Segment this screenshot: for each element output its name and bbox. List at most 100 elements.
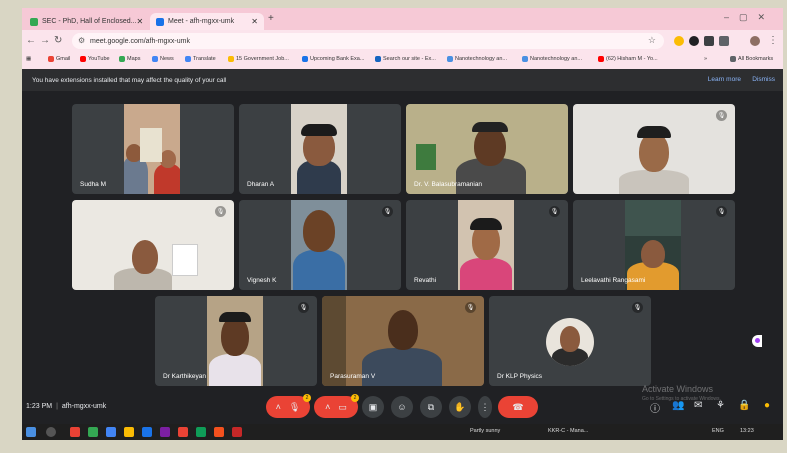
window-controls[interactable]: –▢✕	[724, 12, 775, 23]
dismiss-button[interactable]: Dismiss	[752, 76, 775, 83]
activities-icon[interactable]: ⚘	[716, 400, 725, 411]
search-icon[interactable]	[46, 427, 56, 437]
reload-icon[interactable]: ↻	[54, 35, 62, 46]
bookmark-star-icon[interactable]: ☆	[648, 35, 656, 46]
participant-tile[interactable]: Dharan A	[239, 104, 401, 194]
weather-widget[interactable]: Partly sunny	[470, 428, 500, 434]
profile-avatar[interactable]	[750, 36, 760, 46]
address-bar[interactable]: ⚙ meet.google.com/afh-mgxx-umk ☆	[72, 33, 664, 49]
chevron-up-icon[interactable]: ˄	[325, 402, 330, 412]
learn-more-link[interactable]: Learn more	[708, 76, 741, 83]
chat-icon[interactable]: ✉	[694, 400, 702, 411]
language-indicator[interactable]: ENG	[712, 428, 724, 434]
info-icon[interactable]: ⓘ	[650, 400, 660, 415]
participant-name: Leelavathi Rangasami	[581, 277, 646, 284]
tab-sec[interactable]: SEC - PhD, Hall of Enclosed... ✕	[24, 13, 146, 30]
emoji-icon[interactable]: ☺	[397, 402, 406, 412]
extension-icon[interactable]	[704, 36, 714, 46]
participant-tile[interactable]: Dr KLP Physics 🎙	[489, 296, 651, 386]
camera-off-icon[interactable]: ▭	[338, 402, 347, 413]
present-button[interactable]: ⧉	[420, 396, 442, 418]
bookmark-government-jobs[interactable]: 15 Government Job...	[228, 56, 289, 62]
raise-hand-button[interactable]: ✋	[449, 396, 471, 418]
new-tab-icon[interactable]: +	[268, 13, 274, 24]
participant-tile[interactable]: Dr. V. Balasubramanian	[406, 104, 568, 194]
bookmark-youtube[interactable]: YouTube	[80, 56, 110, 62]
participant-tile[interactable]: 🎙	[573, 104, 735, 194]
close-tab-icon[interactable]: ✕	[137, 17, 144, 26]
news-widget[interactable]: KKR-C - Mana...	[548, 428, 588, 434]
activate-windows-title: Activate Windows	[642, 384, 714, 394]
participant-video	[124, 104, 180, 194]
back-icon[interactable]: ←	[26, 35, 36, 46]
extension-icon[interactable]	[689, 36, 699, 46]
bookmark-gmail[interactable]: Gmail	[48, 56, 70, 62]
bookmark-nanotech-1[interactable]: Nanotechnology an...	[447, 56, 507, 62]
bookmark-youtube-hisham[interactable]: (62) Hisham M - Yo...	[598, 56, 658, 62]
participant-tile[interactable]: Vignesh K 🎙	[239, 200, 401, 290]
participant-video	[458, 200, 514, 290]
extensions-puzzle-icon[interactable]	[719, 36, 729, 46]
lock-icon[interactable]: 🔒	[738, 400, 750, 411]
apps-grid-icon[interactable]: ▦	[26, 56, 31, 62]
chevron-up-icon[interactable]: ˄	[276, 402, 281, 412]
more-icon[interactable]: ⋮	[481, 402, 490, 413]
end-call-icon[interactable]: ☎	[512, 402, 523, 413]
captions-button[interactable]: ▣	[362, 396, 384, 418]
taskbar-app-icon[interactable]	[160, 427, 170, 437]
taskbar-app-icon[interactable]	[88, 427, 98, 437]
participant-tile[interactable]: Parasuraman V 🎙	[322, 296, 484, 386]
bookmark-translate[interactable]: Translate	[185, 56, 216, 62]
tab-meet[interactable]: Meet - afh-mgxx-umk ✕	[150, 13, 264, 30]
participant-tile[interactable]: 🎙	[72, 200, 234, 290]
taskbar-app-icon[interactable]	[70, 427, 80, 437]
close-tab-icon[interactable]: ✕	[251, 17, 258, 26]
bookmark-bank-exams[interactable]: Upcoming Bank Exa...	[302, 56, 364, 62]
taskbar-app-icon[interactable]	[142, 427, 152, 437]
taskbar-app-icon[interactable]	[106, 427, 116, 437]
participant-name: Vignesh K	[247, 277, 277, 284]
mic-off-icon: 🎙	[465, 302, 476, 313]
bookmark-search-site[interactable]: Search our site - Ex...	[375, 56, 436, 62]
participant-tile[interactable]: Revathi 🎙	[406, 200, 568, 290]
start-icon[interactable]	[26, 427, 36, 437]
side-panel-toggle[interactable]	[752, 335, 762, 347]
bookmark-nanotech-2[interactable]: Nanotechnology an...	[522, 56, 582, 62]
site-info-icon[interactable]: ⚙	[78, 36, 85, 45]
participant-tile[interactable]: Dr Karthikeyan 🎙	[155, 296, 317, 386]
more-options-button[interactable]: ⋮	[478, 396, 492, 418]
menu-kebab-icon[interactable]: ⋮	[768, 35, 778, 46]
bookmarks-overflow-icon[interactable]: »	[704, 56, 707, 62]
host-controls-icon[interactable]: ●	[764, 400, 770, 411]
taskbar-app-icon[interactable]	[214, 427, 224, 437]
meeting-code[interactable]: afh-mgxx-umk	[62, 403, 106, 410]
forward-icon[interactable]: →	[40, 35, 50, 46]
all-bookmarks[interactable]: All Bookmarks	[730, 56, 773, 62]
mic-off-icon: 🎙	[632, 302, 643, 313]
notice-text: You have extensions installed that may a…	[32, 76, 227, 84]
mic-toggle-button[interactable]: ˄ 🎙 2	[266, 394, 311, 418]
mic-off-icon[interactable]: 🎙	[289, 402, 300, 413]
taskbar-app-icon[interactable]	[124, 427, 134, 437]
people-icon[interactable]: 👥	[672, 400, 684, 411]
leave-call-button[interactable]: ☎	[498, 396, 538, 418]
clock[interactable]: 13:23	[740, 428, 754, 434]
reactions-button[interactable]: ☺	[391, 396, 413, 418]
hand-icon[interactable]: ✋	[454, 402, 465, 413]
meet-favicon-icon	[156, 17, 164, 26]
taskbar-app-icon[interactable]	[196, 427, 206, 437]
participant-tile[interactable]: Sudha M	[72, 104, 234, 194]
mic-badge: 2	[303, 394, 311, 402]
bookmark-news[interactable]: News	[152, 56, 174, 62]
mic-off-icon: 🎙	[716, 110, 727, 121]
extension-icon[interactable]	[674, 36, 684, 46]
taskbar-app-icon[interactable]	[232, 427, 242, 437]
bookmark-maps[interactable]: Maps	[119, 56, 140, 62]
captions-icon[interactable]: ▣	[369, 402, 378, 413]
participant-name: Revathi	[414, 277, 437, 284]
tab-strip: SEC - PhD, Hall of Enclosed... ✕ Meet - …	[22, 8, 783, 30]
camera-toggle-button[interactable]: ˄ ▭ 2	[314, 394, 359, 418]
participant-tile[interactable]: Leelavathi Rangasami 🎙	[573, 200, 735, 290]
present-icon[interactable]: ⧉	[428, 402, 434, 413]
taskbar-app-icon[interactable]	[178, 427, 188, 437]
